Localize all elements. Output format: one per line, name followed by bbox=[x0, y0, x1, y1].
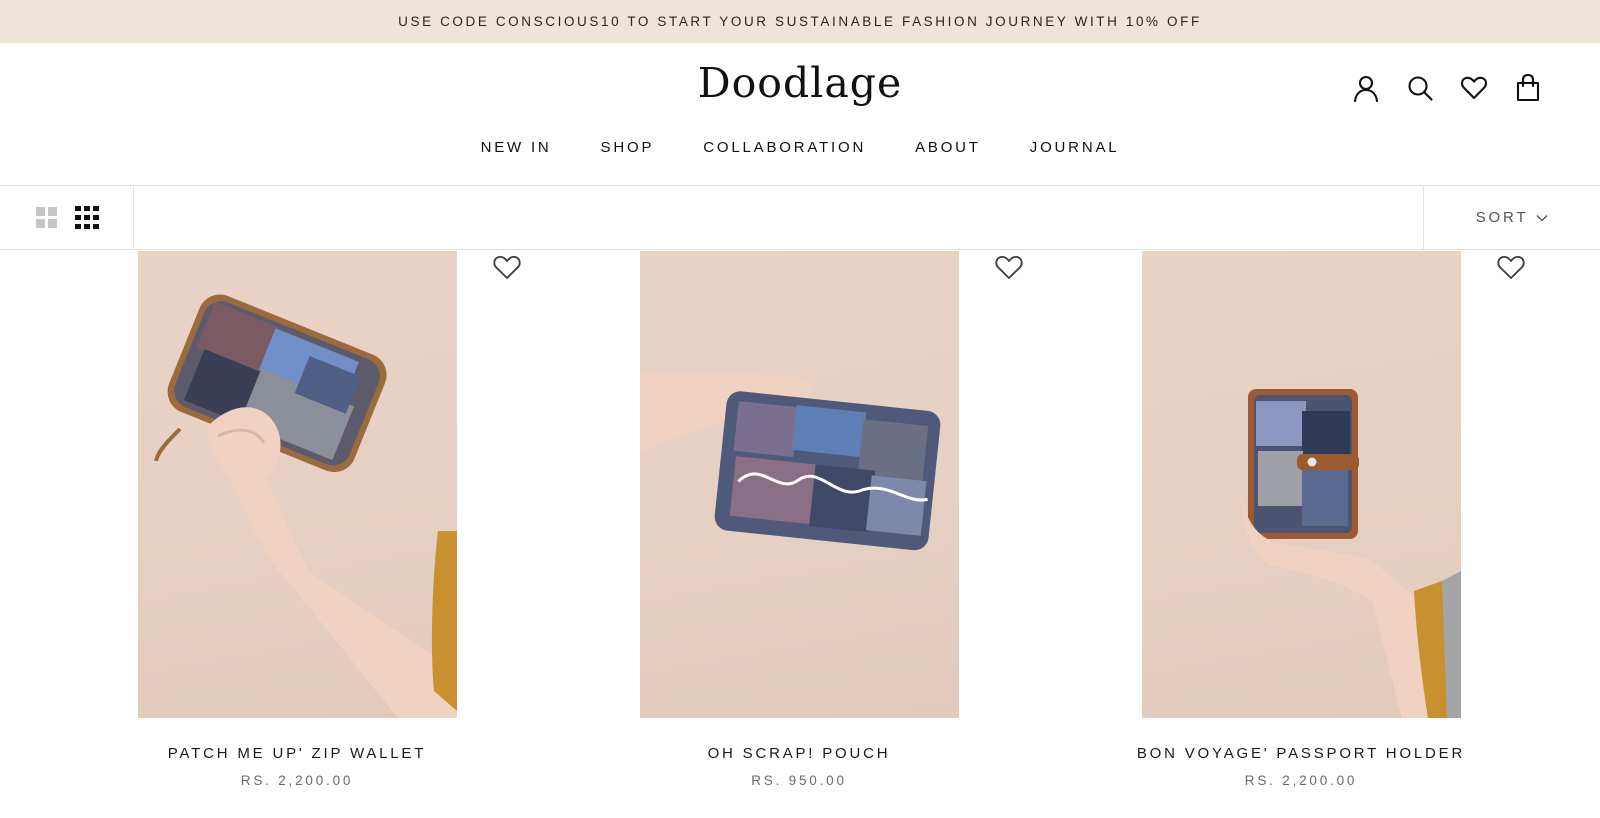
grid-3-icon[interactable] bbox=[75, 205, 99, 230]
nav-item-new-in[interactable]: NEW IN bbox=[481, 139, 552, 156]
logo-text: Doodlage bbox=[697, 59, 903, 107]
product-image[interactable] bbox=[1142, 251, 1461, 718]
search-icon[interactable] bbox=[1404, 72, 1436, 104]
product-card: OH SCRAP! POUCH RS. 950.00 bbox=[502, 251, 1023, 818]
sort-button[interactable]: SORT bbox=[1423, 186, 1600, 249]
main-nav: NEW IN SHOP COLLABORATION ABOUT JOURNAL bbox=[0, 139, 1600, 156]
nav-item-shop[interactable]: SHOP bbox=[601, 139, 655, 156]
announcement-bar: USE CODE CONSCIOUS10 TO START YOUR SUSTA… bbox=[0, 0, 1600, 43]
product-card: BON VOYAGE' PASSPORT HOLDER RS. 2,200.00 bbox=[1004, 251, 1525, 818]
product-title[interactable]: BON VOYAGE' PASSPORT HOLDER bbox=[1004, 745, 1598, 762]
collection-toolbar: SORT bbox=[0, 185, 1600, 250]
nav-item-about[interactable]: ABOUT bbox=[915, 139, 981, 156]
product-price: RS. 2,200.00 bbox=[1244, 773, 1358, 788]
chevron-down-icon bbox=[1536, 214, 1548, 221]
header-actions bbox=[1350, 72, 1544, 104]
nav-item-journal[interactable]: JOURNAL bbox=[1030, 139, 1120, 156]
product-grid: PATCH ME UP' ZIP WALLET RS. 2,200.00 OH … bbox=[0, 251, 1600, 818]
product-card: PATCH ME UP' ZIP WALLET RS. 2,200.00 bbox=[0, 251, 521, 818]
announcement-text: USE CODE CONSCIOUS10 TO START YOUR SUSTA… bbox=[398, 14, 1202, 29]
heart-icon[interactable] bbox=[1458, 72, 1490, 104]
wishlist-heart-icon[interactable] bbox=[1496, 253, 1528, 281]
nav-item-collaboration[interactable]: COLLABORATION bbox=[703, 139, 866, 156]
product-image[interactable] bbox=[640, 251, 959, 718]
sort-label: SORT bbox=[1475, 209, 1529, 226]
bag-icon[interactable] bbox=[1512, 72, 1544, 104]
grid-2-icon[interactable] bbox=[36, 207, 57, 228]
layout-switch bbox=[0, 186, 134, 249]
product-image[interactable] bbox=[138, 251, 457, 718]
site-header: Doodlage NEW IN SHOP COLLABORATION ABOUT… bbox=[0, 43, 1600, 185]
account-icon[interactable] bbox=[1350, 72, 1382, 104]
